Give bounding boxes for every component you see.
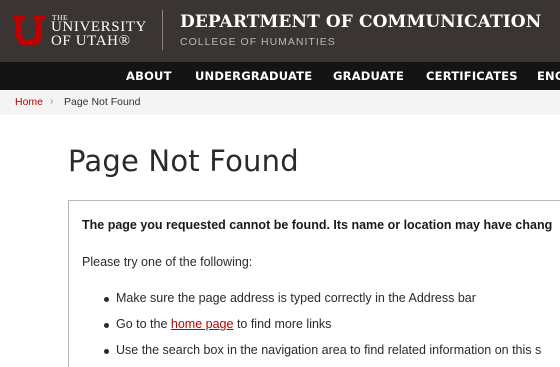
- breadcrumb-separator: ›: [50, 96, 54, 107]
- list-item: Go to the home page to find more links: [116, 317, 331, 331]
- bullet-icon: [104, 297, 109, 302]
- college-name[interactable]: COLLEGE OF HUMANITIES: [180, 36, 336, 48]
- nav-item-graduate[interactable]: GRADUATE: [333, 62, 404, 90]
- home-page-link[interactable]: home page: [171, 317, 234, 331]
- department-title[interactable]: DEPARTMENT OF COMMUNICATION: [180, 12, 541, 32]
- university-name-line2[interactable]: OF UTAH®: [51, 34, 131, 49]
- nav-item-certificates[interactable]: CERTIFICATES: [426, 62, 518, 90]
- list-item-text-after: to find more links: [233, 317, 332, 331]
- list-item-text-before: Go to the: [116, 317, 171, 331]
- nav-item-truncated[interactable]: ENC: [537, 62, 560, 90]
- breadcrumb-current: Page Not Found: [64, 96, 141, 108]
- breadcrumb-home-link[interactable]: Home: [15, 96, 43, 108]
- nav-item-about[interactable]: ABOUT: [126, 62, 172, 90]
- suggestion-intro: Please try one of the following:: [82, 255, 253, 269]
- site-header: THE UNIVERSITY OF UTAH® DEPARTMENT OF CO…: [0, 0, 560, 62]
- main-nav: ABOUT UNDERGRADUATE GRADUATE CERTIFICATE…: [0, 62, 560, 90]
- error-message: The page you requested cannot be found. …: [82, 218, 553, 232]
- header-divider: [162, 10, 163, 50]
- bullet-icon: [104, 323, 109, 328]
- page-title: Page Not Found: [68, 144, 299, 178]
- nav-item-undergraduate[interactable]: UNDERGRADUATE: [195, 62, 312, 90]
- list-item: Use the search box in the navigation are…: [116, 343, 542, 357]
- university-logo-icon[interactable]: [12, 13, 46, 47]
- breadcrumb: Home › Page Not Found: [0, 90, 560, 115]
- list-item: Make sure the page address is typed corr…: [116, 291, 476, 305]
- bullet-icon: [104, 349, 109, 354]
